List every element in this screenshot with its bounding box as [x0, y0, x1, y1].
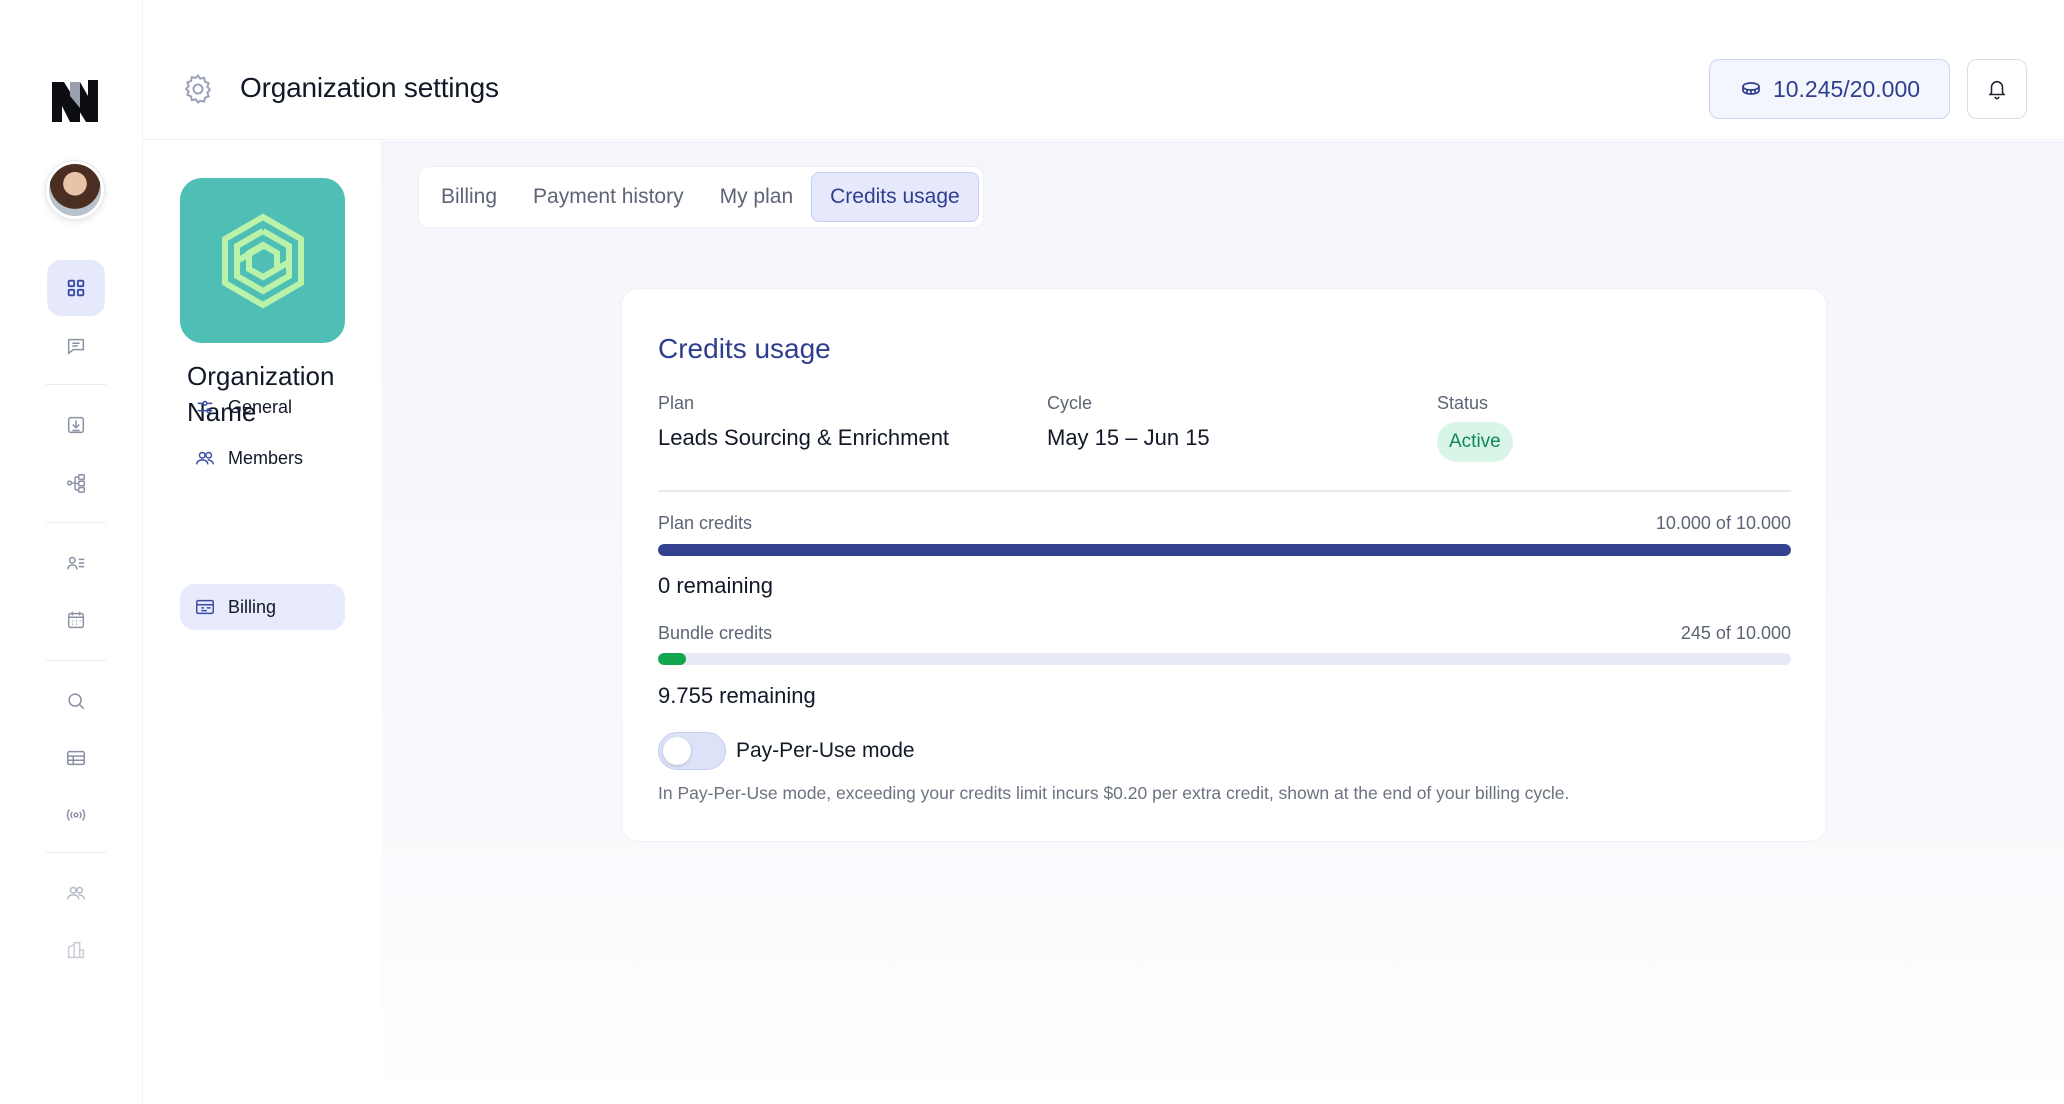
nav-contacts-button[interactable] [47, 535, 105, 591]
org-nav-members[interactable]: Members [180, 435, 345, 481]
search-icon [68, 693, 85, 710]
org-nav-general-label: General [228, 396, 293, 417]
page-title: Organization settings [240, 72, 499, 103]
pay-per-use-toggle[interactable] [658, 732, 726, 770]
bundle-credits-label: Bundle credits [658, 623, 773, 643]
avatar[interactable] [46, 161, 104, 219]
plan-credits-progress-fill [658, 544, 1791, 556]
plan-credits-label: Plan credits [658, 513, 753, 533]
flow-icon [67, 474, 85, 493]
dashboard-icon [67, 279, 85, 297]
credits-usage-card: Credits usage Plan Leads Sourcing & Enri… [622, 289, 1826, 841]
status-label: Status [1437, 393, 1489, 413]
org-nav-billing-label: Billing [228, 596, 277, 617]
nav-users-button[interactable] [47, 865, 105, 921]
main-content: Billing Payment history My plan Credits … [381, 141, 2064, 1104]
building-icon [67, 941, 85, 959]
download-icon [67, 416, 85, 434]
app-logo[interactable] [50, 78, 100, 124]
nav-dashboard-button[interactable] [47, 260, 105, 316]
org-nav-general[interactable]: General [180, 384, 345, 430]
bell-icon [1988, 80, 2006, 100]
card-divider [658, 490, 1791, 492]
org-nav-members-label: Members [228, 447, 304, 468]
nav-broadcast-button[interactable] [47, 787, 105, 843]
users-icon [67, 886, 85, 900]
tab-billing[interactable]: Billing [423, 172, 515, 222]
app-root: Organization settings 10.245/20.000 Orga… [0, 0, 2064, 1104]
billing-icon [196, 599, 214, 615]
organization-logo [180, 178, 345, 343]
cycle-label: Cycle [1047, 393, 1093, 413]
tab-my-plan[interactable]: My plan [702, 172, 812, 222]
bundle-credits-progress-fill [658, 653, 686, 665]
nav-building-button[interactable] [47, 922, 105, 978]
calendar-icon [67, 611, 85, 629]
nav-download-button[interactable] [47, 397, 105, 453]
nav-chat-button[interactable] [47, 318, 105, 374]
bundle-credits-progress-track [658, 653, 1791, 665]
chat-icon [67, 338, 85, 355]
main-navigation-rail [0, 0, 143, 1104]
nav-search-button[interactable] [47, 673, 105, 729]
pay-per-use-helper-text: In Pay-Per-Use mode, exceeding your cred… [658, 783, 1570, 803]
table-icon [67, 750, 85, 766]
status-badge: Active [1437, 422, 1513, 462]
notifications-button[interactable] [1967, 59, 2027, 119]
plan-credits-progress-track [658, 544, 1791, 556]
sliders-icon [197, 400, 213, 414]
coins-icon [1742, 82, 1760, 95]
billing-tabs: Billing Payment history My plan Credits … [419, 167, 983, 227]
card-title: Credits usage [658, 333, 831, 364]
members-icon [196, 451, 214, 465]
organization-panel: Organization Name General Members Billin… [143, 141, 381, 1104]
plan-value: Leads Sourcing & Enrichment [658, 425, 950, 450]
pay-per-use-label: Pay-Per-Use mode [736, 739, 915, 762]
credits-balance-value: 10.245/20.000 [1772, 75, 1921, 102]
bundle-credits-count: 245 of 10.000 [1680, 623, 1791, 643]
broadcast-icon [66, 809, 86, 821]
organization-logo-mark-icon [221, 213, 304, 308]
nav-calendar-button[interactable] [47, 592, 105, 648]
plan-credits-count: 10.000 of 10.000 [1655, 513, 1791, 533]
cycle-value: May 15 – Jun 15 [1047, 425, 1210, 450]
page-header: Organization settings 10.245/20.000 [143, 0, 2064, 140]
credits-balance-button[interactable]: 10.245/20.000 [1709, 59, 1950, 119]
org-nav-billing[interactable]: Billing [180, 584, 345, 630]
nav-flow-button[interactable] [47, 455, 105, 511]
plan-label: Plan [658, 393, 695, 413]
gear-icon [184, 73, 212, 104]
tab-payment-history[interactable]: Payment history [515, 172, 702, 222]
contacts-list-icon [67, 556, 85, 570]
nav-table-button[interactable] [47, 730, 105, 786]
tab-credits-usage[interactable]: Credits usage [811, 172, 979, 222]
toggle-knob [663, 737, 691, 765]
plan-credits-remaining: 0 remaining [658, 573, 773, 598]
bundle-credits-remaining: 9.755 remaining [658, 683, 816, 708]
